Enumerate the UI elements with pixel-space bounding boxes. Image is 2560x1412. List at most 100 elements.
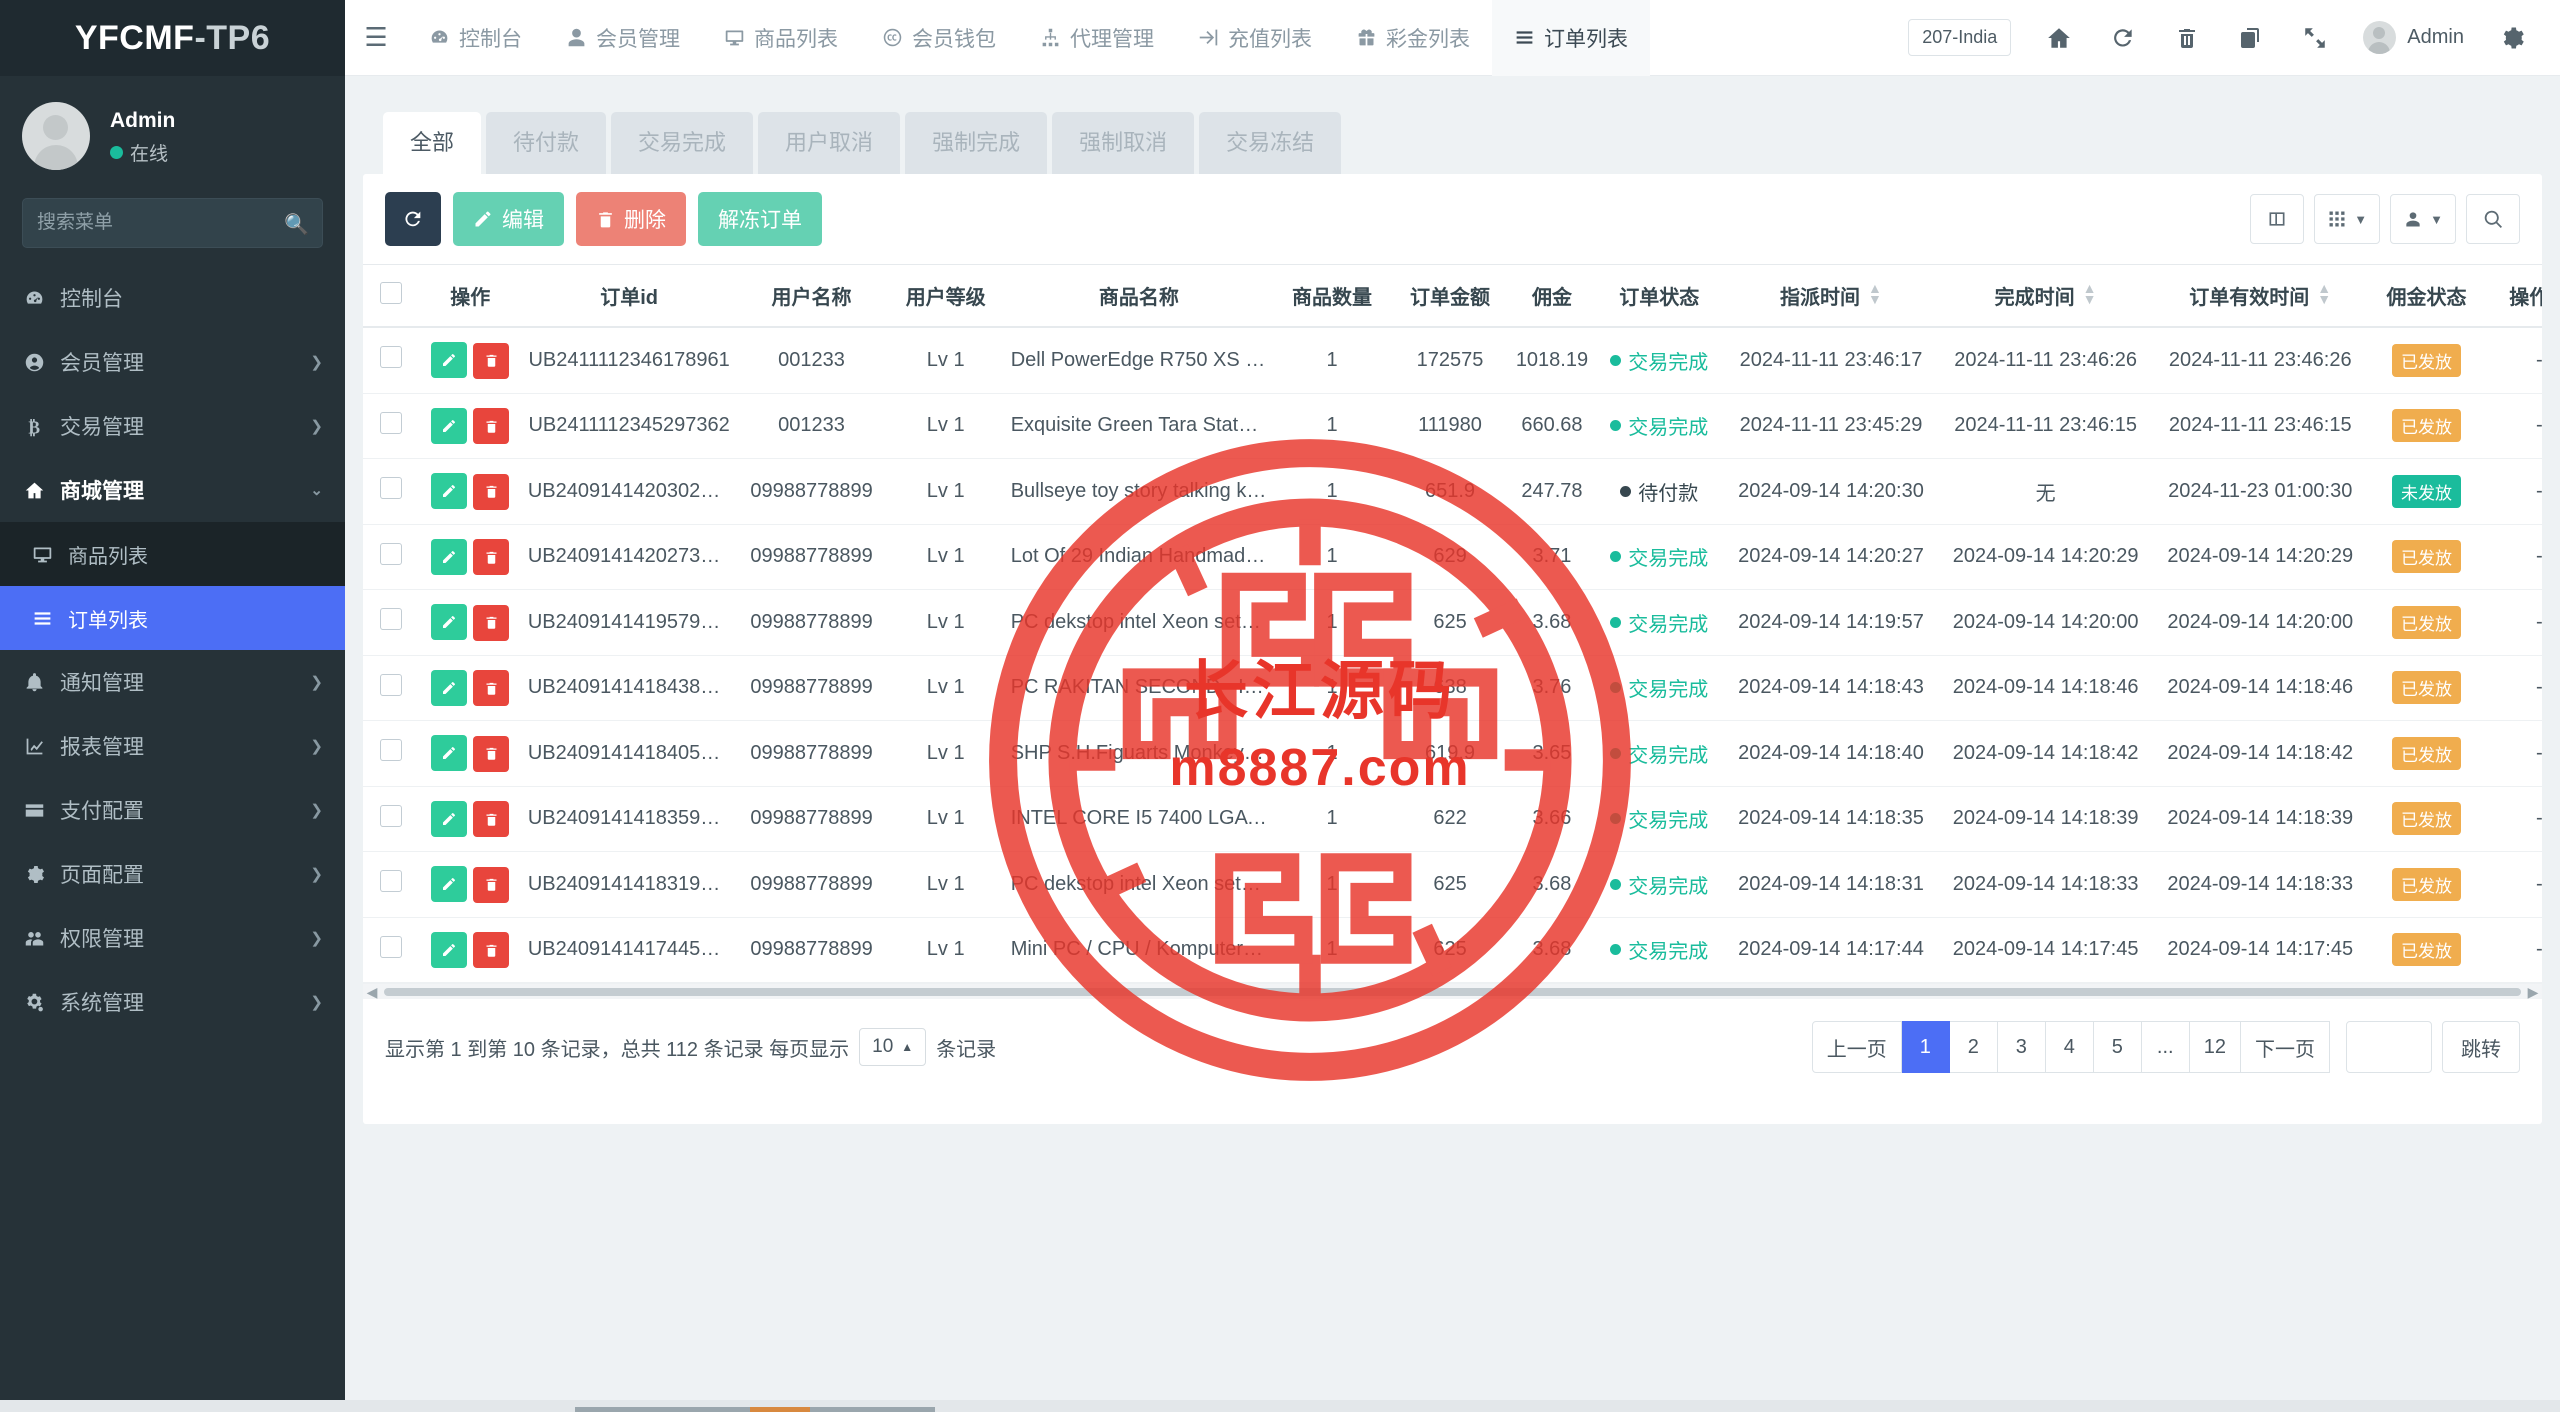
refresh-button[interactable] [385,192,441,246]
sidebar-item-8[interactable]: 支付配置 ❯ [0,778,345,842]
tab-6[interactable]: 交易冻结 [1199,112,1342,174]
scrollbar-thumb[interactable] [384,987,2521,996]
row-delete-icon[interactable] [473,473,510,510]
search-input[interactable] [22,198,323,248]
row-edit-icon[interactable] [431,604,468,640]
row-checkbox[interactable] [379,477,402,500]
page-button-0[interactable]: 上一页 [1811,1021,1902,1073]
sidebar-item-2[interactable]: ₿ 交易管理 ❯ [0,394,345,458]
page-button-6[interactable]: ... [2141,1021,2190,1073]
tab-5[interactable]: 强制取消 [1052,112,1195,174]
table-row[interactable]: UB2411112345297362 001233 Lv 1 Exquisite Gr… [363,393,2542,459]
row-checkbox[interactable] [379,542,402,565]
tab-2[interactable]: 交易完成 [611,112,754,174]
row-edit-icon[interactable] [431,407,468,444]
page-button-5[interactable]: 5 [2093,1021,2142,1073]
tab-1[interactable]: 待付款 [486,112,607,174]
sidebar-search[interactable]: 🔍 [22,198,323,248]
sidebar-item-6[interactable]: 通知管理 ❯ [0,650,345,714]
jump-button[interactable]: 跳转 [2442,1021,2520,1073]
search-icon[interactable] [2466,194,2520,244]
page-button-2[interactable]: 2 [1949,1021,1998,1073]
page-button-4[interactable]: 4 [2045,1021,2094,1073]
sidebar-item-10[interactable]: 权限管理 ❯ [0,906,345,970]
sidebar-item-0[interactable]: 控制台 [0,266,345,330]
topnav-item-4[interactable]: 代理管理 [1018,0,1176,76]
row-checkbox[interactable] [379,804,402,827]
table-row[interactable]: UB2409141419579803 09988778899 Lv 1 PC deks… [363,589,2542,656]
row-checkbox[interactable] [379,608,402,631]
jump-page-input[interactable] [2346,1021,2432,1073]
export-icon[interactable]: ▼ [2390,194,2456,244]
row-edit-icon[interactable] [431,931,468,968]
sidebar-item-7[interactable]: 报表管理 ❯ [0,714,345,778]
tab-3[interactable]: 用户取消 [758,112,901,174]
trash-icon[interactable] [2157,8,2217,68]
row-checkbox[interactable] [379,673,402,696]
edit-button[interactable]: 编辑 [453,192,564,246]
topnav-item-3[interactable]: 会员钱包 [860,0,1018,76]
table-row[interactable]: UB2409141417445692 09988778899 Lv 1 Mini PC… [363,917,2542,983]
row-delete-icon[interactable] [473,670,510,706]
sort-icon[interactable]: ▲ ▼ [1868,281,1882,306]
topnav-item-2[interactable]: 商品列表 [702,0,860,76]
topnav-item-1[interactable]: 会员管理 [544,0,702,76]
scroll-left-icon[interactable]: ◀ [363,984,381,1000]
gear-icon[interactable] [2482,8,2542,68]
sort-icon[interactable]: ▲ ▼ [2317,281,2331,306]
delete-button[interactable]: 删除 [576,192,686,246]
brand-logo[interactable]: YFCMF-TP6 [0,0,345,76]
sidebar-item-5[interactable]: 订单列表 [0,586,345,650]
topnav-item-5[interactable]: 充值列表 [1176,0,1334,76]
page-button-8[interactable]: 下一页 [2241,1021,2330,1073]
unfreeze-order-button[interactable]: 解冻订单 [698,192,822,246]
table-row[interactable]: UB2409141418359274 09988778899 Lv 1 INTEL C… [363,786,2542,852]
page-button-1[interactable]: 1 [1901,1021,1950,1073]
row-delete-icon[interactable] [473,408,510,444]
page-button-3[interactable]: 3 [1997,1021,2046,1073]
row-edit-icon[interactable] [431,735,468,771]
table-row[interactable]: UB2409141420273064 09988778899 Lv 1 Lot Of … [363,524,2542,590]
row-delete-icon[interactable] [473,539,510,575]
sidebar-item-11[interactable]: 系统管理 ❯ [0,970,345,1034]
th-finish_at[interactable]: 完成时间 ▲ ▼ [1938,264,2153,328]
scroll-right-icon[interactable]: ▶ [2524,984,2542,1000]
sidebar-toggle-icon[interactable]: ☰ [345,22,407,53]
th-valid_at[interactable]: 订单有效时间 ▲ ▼ [2152,264,2368,328]
table-row[interactable]: UB2409141418405533 09988778899 Lv 1 SHP S.H… [363,720,2542,787]
topnav-item-7[interactable]: 订单列表 [1492,0,1650,76]
table-row[interactable]: UB2411112346178961 001233 Lv 1 Dell PowerEd… [363,327,2542,394]
row-checkbox[interactable] [379,870,402,893]
row-edit-icon[interactable] [431,342,468,378]
tab-0[interactable]: 全部 [383,112,482,174]
tab-4[interactable]: 强制完成 [905,112,1048,174]
grid-icon[interactable]: ▼ [2314,194,2381,244]
table-row[interactable]: UB2409141420302697 09988778899 Lv 1 Bullsey… [363,458,2542,525]
topnav-item-6[interactable]: 彩金列表 [1334,0,1492,76]
row-edit-icon[interactable] [431,866,468,902]
home-icon[interactable] [2029,8,2089,68]
row-delete-icon[interactable] [473,866,510,903]
country-badge[interactable]: 207-India [1908,19,2012,56]
copy-icon[interactable] [2221,8,2281,68]
refresh-icon[interactable] [2093,8,2153,68]
row-delete-icon[interactable] [473,735,510,772]
row-edit-icon[interactable] [431,669,468,706]
row-edit-icon[interactable] [431,473,468,509]
row-delete-icon[interactable] [473,604,510,641]
horizontal-scrollbar[interactable]: ◀ ▶ [363,983,2542,1000]
row-delete-icon[interactable] [473,932,510,968]
row-checkbox[interactable] [379,411,402,434]
fullscreen-icon[interactable] [2285,8,2345,68]
user-menu[interactable]: Admin [2349,21,2478,54]
table-row[interactable]: UB2409141418319146 09988778899 Lv 1 PC deks… [363,851,2542,918]
row-delete-icon[interactable] [473,342,510,379]
row-checkbox[interactable] [379,739,402,762]
row-edit-icon[interactable] [431,538,468,575]
row-edit-icon[interactable] [431,800,468,837]
topnav-item-0[interactable]: 控制台 [407,0,544,76]
th-assign_at[interactable]: 指派时间 ▲ ▼ [1723,264,1939,328]
select-all-checkbox[interactable] [379,281,402,304]
row-checkbox[interactable] [379,935,402,958]
table-row[interactable]: UB2409141418438973 09988778899 Lv 1 PC RAKI… [363,655,2542,721]
